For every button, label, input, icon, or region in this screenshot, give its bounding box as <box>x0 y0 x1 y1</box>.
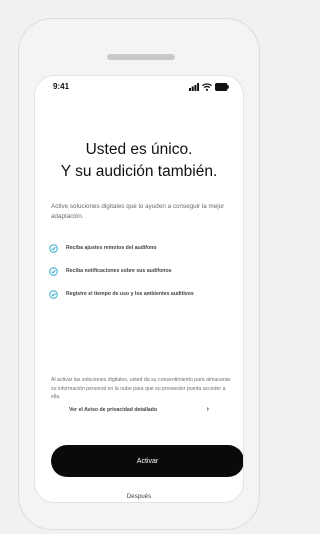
status-icons <box>189 82 229 91</box>
title-line-1: Usted es único. <box>85 141 193 158</box>
page-title: Usted es único. Y su audición también. <box>35 139 243 183</box>
activate-button[interactable]: Activar <box>51 445 243 477</box>
speaker-grille <box>107 54 175 60</box>
benefit-label: Reciba ajustes remotos del audífono <box>66 245 157 251</box>
wifi-icon <box>202 82 212 91</box>
battery-icon <box>215 82 229 91</box>
check-circle-icon <box>49 244 58 253</box>
benefits-list: Reciba ajustes remotos del audífono Reci… <box>49 244 235 313</box>
chevron-right-icon: › <box>206 406 209 413</box>
privacy-notice-link[interactable]: Ver el Aviso de privacidad detallado › <box>69 406 209 416</box>
phone-frame: 9:41 Usted es único. Y su audición tambi… <box>18 18 260 530</box>
title-line-2: Y su audición también. <box>60 163 218 180</box>
benefit-item: Registre el tiempo de uso y los ambiente… <box>49 290 235 313</box>
consent-text: Al activar las soluciones digitales, ust… <box>51 377 231 401</box>
check-circle-icon <box>49 290 58 299</box>
benefit-label: Reciba notificaciones sobre sus audífono… <box>66 268 172 274</box>
benefit-label: Registre el tiempo de uso y los ambiente… <box>66 291 194 297</box>
check-circle-icon <box>49 267 58 276</box>
status-bar: 9:41 <box>35 76 243 98</box>
privacy-notice-label: Ver el Aviso de privacidad detallado <box>69 407 158 413</box>
intro-text: Active soluciones digitales que lo ayude… <box>51 203 225 220</box>
signal-icon <box>189 82 199 91</box>
benefit-item: Reciba ajustes remotos del audífono <box>49 244 235 267</box>
benefit-item: Reciba notificaciones sobre sus audífono… <box>49 267 235 290</box>
later-button[interactable]: Después <box>35 493 243 500</box>
status-time: 9:41 <box>53 82 70 91</box>
screen: 9:41 Usted es único. Y su audición tambi… <box>34 75 244 503</box>
